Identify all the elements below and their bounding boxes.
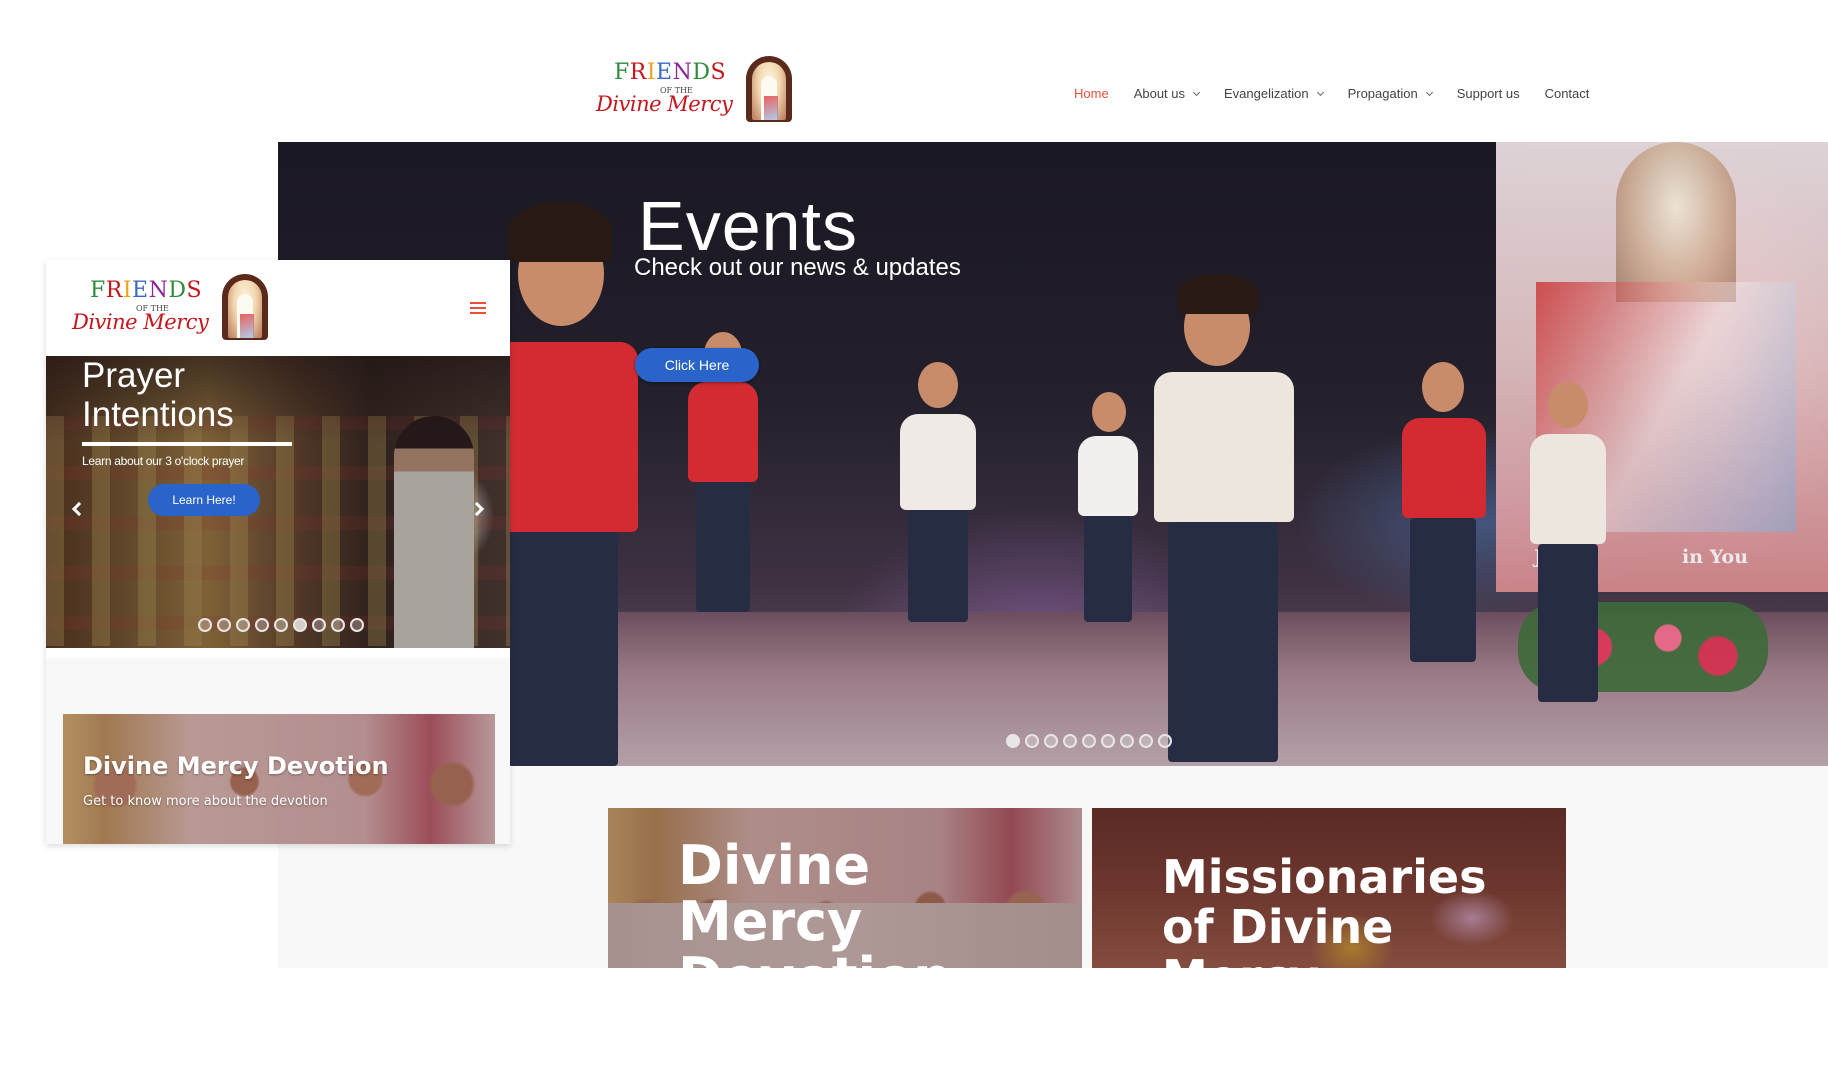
divine-mercy-image — [222, 274, 268, 340]
slider-dot[interactable] — [1139, 734, 1153, 748]
mobile-card-divine-mercy-devotion[interactable]: Divine Mercy Devotion Get to know more a… — [63, 714, 495, 844]
nav-item-support-us[interactable]: Support us — [1457, 86, 1520, 101]
slider-dot[interactable] — [217, 618, 231, 632]
dancer-figure — [1128, 272, 1318, 766]
card-missionaries[interactable]: Missionaries of Divine Mercy — [1092, 808, 1566, 968]
chevron-down-icon — [1316, 88, 1324, 96]
site-header: FRIENDS OF THE Divine Mercy Home About us… — [278, 0, 1828, 142]
nav-item-label: Home — [1074, 86, 1109, 101]
slider-dot[interactable] — [236, 618, 250, 632]
slider-dot[interactable] — [1006, 734, 1020, 748]
slider-dot[interactable] — [255, 618, 269, 632]
slider-dot[interactable] — [1044, 734, 1058, 748]
hamburger-menu-icon[interactable] — [470, 302, 486, 314]
slider-dot[interactable] — [350, 618, 364, 632]
chevron-down-icon — [1425, 88, 1433, 96]
learn-here-button[interactable]: Learn Here! — [148, 484, 260, 516]
slider-dot[interactable] — [198, 618, 212, 632]
main-nav: Home About us Evangelization Propagation Sup… — [1074, 86, 1614, 101]
mobile-header: FRIENDS OF THE Divine Mercy — [46, 260, 510, 356]
mobile-slider-title: Prayer Intentions — [82, 356, 234, 434]
slider-dot[interactable] — [1101, 734, 1115, 748]
site-logo[interactable]: FRIENDS OF THE Divine Mercy — [596, 56, 792, 126]
slider-dot[interactable] — [312, 618, 326, 632]
feature-cards: Divine Mercy Devotion Missionaries of Di… — [278, 766, 1828, 968]
logo-divine-mercy: Divine Mercy — [596, 92, 733, 116]
mobile-mockup: FRIENDS OF THE Divine Mercy Prayer Inten… — [46, 260, 510, 844]
slider-dot[interactable] — [1063, 734, 1077, 748]
nav-item-about-us[interactable]: About us — [1133, 86, 1201, 101]
hero-subtitle: Check out our news & updates — [634, 254, 961, 281]
nav-item-home[interactable]: Home — [1074, 86, 1109, 101]
nav-item-evangelization[interactable]: Evangelization — [1224, 86, 1324, 101]
slider-dot[interactable] — [1120, 734, 1134, 748]
nav-item-label: Support us — [1456, 86, 1520, 101]
logo-divine-mercy: Divine Mercy — [72, 310, 209, 334]
nav-item-label: About us — [1133, 86, 1186, 101]
slider-dot[interactable] — [274, 618, 288, 632]
mobile-site-logo[interactable]: FRIENDS OF THE Divine Mercy — [72, 274, 268, 344]
logo-friends: FRIENDS — [614, 60, 727, 85]
chevron-down-icon — [1192, 88, 1201, 96]
mobile-slider-dots — [198, 618, 369, 632]
mobile-slider: Prayer Intentions Learn about our 3 o'cl… — [46, 356, 510, 648]
dancer-figure — [888, 362, 988, 622]
nav-item-label: Propagation — [1347, 86, 1418, 101]
mobile-card-title: Divine Mercy Devotion — [83, 752, 389, 780]
nav-item-label: Evangelization — [1224, 86, 1309, 101]
mobile-card-subtitle: Get to know more about the devotion — [83, 794, 328, 809]
nav-item-contact[interactable]: Contact — [1545, 86, 1590, 101]
card-title: Missionaries of Divine Mercy — [1162, 850, 1487, 968]
slider-dot[interactable] — [1025, 734, 1039, 748]
banner-text-right: in You — [1682, 546, 1749, 568]
nav-item-propagation[interactable]: Propagation — [1347, 86, 1433, 101]
mobile-cards: Divine Mercy Devotion Get to know more a… — [46, 658, 510, 844]
nav-item-label: Contact — [1544, 86, 1590, 101]
hero-click-here-button[interactable]: Click Here — [635, 348, 759, 382]
hero-slider-dots — [1006, 734, 1177, 748]
dancer-figure — [1388, 362, 1498, 662]
hero-slider: Je in You — [278, 142, 1828, 766]
slider-dot[interactable] — [331, 618, 345, 632]
divine-mercy-image — [746, 56, 792, 122]
slider-dot[interactable] — [1158, 734, 1172, 748]
mobile-slider-subtitle: Learn about our 3 o'clock prayer — [82, 454, 245, 468]
card-title: Divine Mercy Devotion — [678, 834, 952, 969]
logo-friends: FRIENDS — [90, 278, 203, 303]
slider-dot[interactable] — [1082, 734, 1096, 748]
dancer-figure — [1518, 382, 1618, 702]
slider-dot[interactable] — [293, 618, 307, 632]
title-underline — [82, 442, 292, 446]
desktop-mockup: FRIENDS OF THE Divine Mercy Home About us… — [278, 0, 1828, 968]
card-divine-mercy-devotion[interactable]: Divine Mercy Devotion — [608, 808, 1082, 968]
